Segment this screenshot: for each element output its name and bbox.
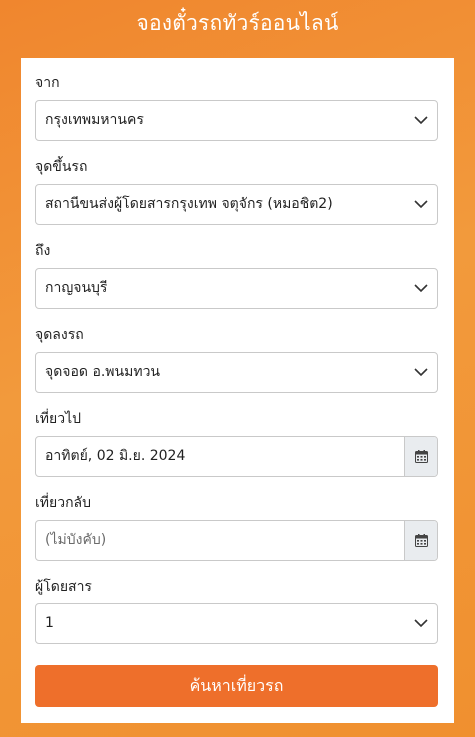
chevron-down-icon [414,619,428,628]
passengers-select[interactable]: 1 [35,603,438,644]
calendar-icon [415,534,428,547]
to-select-value: กาญจนบุรี [45,280,108,296]
pickup-select[interactable]: สถานีขนส่งผู้โดยสารกรุงเทพ จตุจักร (หมอช… [35,184,438,225]
to-select[interactable]: กาญจนบุรี [35,268,438,309]
chevron-down-icon [414,284,428,293]
chevron-down-icon [414,368,428,377]
from-select[interactable]: กรุงเทพมหานคร [35,100,438,141]
pickup-label: จุดขึ้นรถ [35,159,88,175]
depart-label: เที่ยวไป [35,411,82,427]
dropoff-select-value: จุดจอด อ.พนมทวน [45,364,160,380]
from-select-value: กรุงเทพมหานคร [45,112,144,128]
return-date-placeholder: (ไม่บังคับ) [45,532,107,548]
depart-date-field[interactable]: อาทิตย์, 02 มิ.ย. 2024 [35,436,438,477]
return-label: เที่ยวกลับ [35,495,92,511]
return-calendar-button[interactable] [404,521,437,560]
passengers-select-value: 1 [45,615,54,631]
depart-date-value: อาทิตย์, 02 มิ.ย. 2024 [45,448,186,464]
calendar-icon [415,450,428,463]
pickup-select-value: สถานีขนส่งผู้โดยสารกรุงเทพ จตุจักร (หมอช… [45,196,333,212]
booking-form: จาก กรุงเทพมหานคร จุดขึ้นรถ สถานีขนส่งผู… [21,58,454,723]
page-title: จองตั๋วรถทัวร์ออนไลน์ [136,11,339,35]
dropoff-select[interactable]: จุดจอด อ.พนมทวน [35,352,438,393]
chevron-down-icon [414,200,428,209]
chevron-down-icon [414,116,428,125]
dropoff-label: จุดลงรถ [35,327,84,343]
return-date-field[interactable]: (ไม่บังคับ) [35,520,438,561]
passengers-label: ผู้โดยสาร [35,579,92,595]
search-trips-button[interactable]: ค้นหาเที่ยวรถ [35,665,438,707]
from-label: จาก [35,75,60,91]
to-label: ถึง [35,243,51,259]
depart-calendar-button[interactable] [404,437,437,476]
